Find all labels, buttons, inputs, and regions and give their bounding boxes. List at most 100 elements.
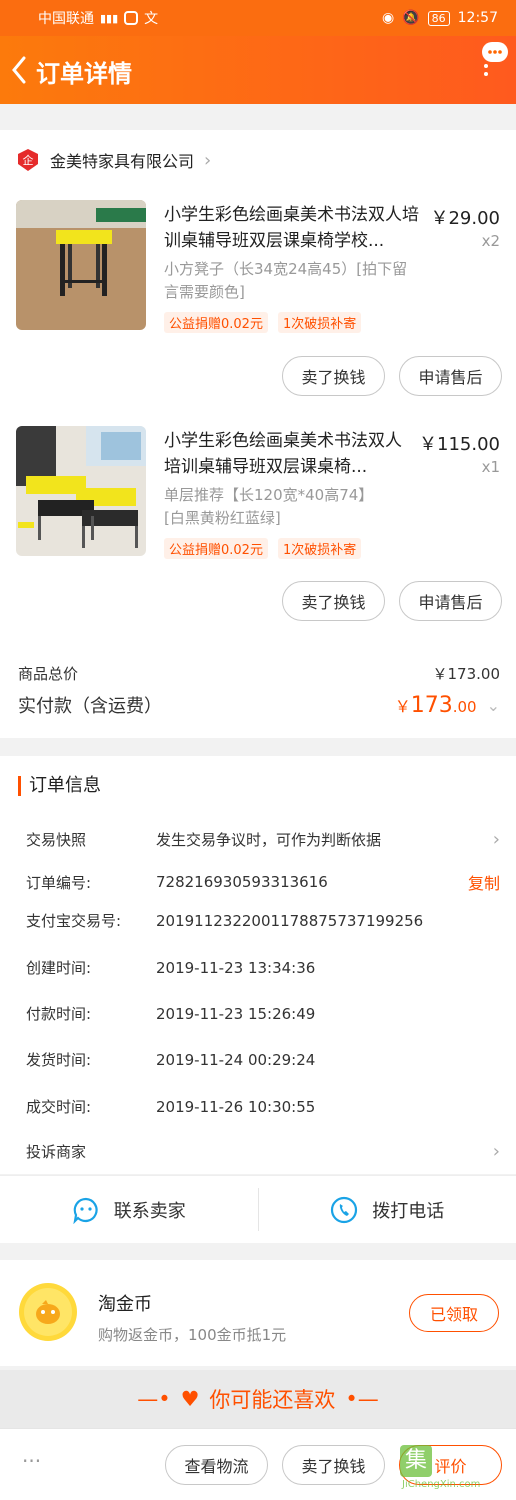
svg-text:企: 企: [23, 153, 34, 167]
product-tags: 公益捐赠0.02元 1次破损补寄: [164, 312, 362, 333]
alipay-number: 2019112322001178875737199256: [156, 911, 424, 930]
carrier-label: 中国联通: [38, 11, 94, 27]
snapshot-value: 发生交易争议时，可作为判断依据: [156, 831, 382, 849]
snapshot-label: 交易快照: [26, 831, 87, 849]
contact-seller-label: 联系卖家: [113, 1200, 186, 1222]
paid-decimal: .00: [452, 697, 477, 716]
recommend-title: 你可能还喜欢: [209, 1388, 336, 1412]
info-label: 发货时间:: [26, 1051, 92, 1069]
clock: 12:57: [457, 10, 498, 26]
after-sale-button[interactable]: 申请售后: [399, 356, 502, 396]
chevron-right-icon: ›: [204, 149, 212, 171]
left-dash-icon: —•: [137, 1387, 171, 1411]
chevron-down-icon[interactable]: ⌄: [487, 696, 500, 715]
complain-label: 投诉商家: [26, 1143, 87, 1161]
alipay-row: 支付宝交易号: 2019112322001178875737199256: [26, 910, 500, 931]
goods-total-label: 商品总价: [18, 665, 79, 683]
contact-seller-button[interactable]: 联系卖家: [0, 1176, 258, 1243]
shipped-row: 发货时间: 2019-11-24 00:29:24: [26, 1049, 500, 1070]
coin-claimed-button[interactable]: 已领取: [409, 1294, 499, 1332]
product-price: ￥115.00: [419, 434, 500, 455]
created-time: 2019-11-23 13:34:36: [156, 958, 316, 977]
more-menu-icon[interactable]: [480, 40, 510, 80]
contact-bar: 联系卖家 拨打电话: [0, 1175, 516, 1243]
order-item[interactable]: 小学生彩色绘画桌美术书法双人培训桌辅导班双层课桌椅学校... ￥29.00 x2…: [0, 200, 516, 360]
coin-desc: 购物返金币，100金币抵1元: [98, 1326, 287, 1344]
view-logistics-button[interactable]: 查看物流: [165, 1445, 268, 1485]
chevron-right-icon: ›: [492, 1141, 500, 1162]
info-label: 创建时间:: [26, 959, 92, 977]
paid-amount: ￥173.00: [395, 693, 477, 718]
info-label: 付款时间:: [26, 1005, 92, 1023]
watermark-logo-icon: 集: [400, 1445, 432, 1477]
app-notification-icon: [124, 11, 139, 25]
paid-row: 付款时间: 2019-11-23 15:26:49: [26, 1003, 500, 1024]
heart-icon: ♥: [180, 1387, 200, 1411]
shop-name: 金美特家具有限公司: [50, 152, 195, 171]
product-tags: 公益捐赠0.02元 1次破损补寄: [164, 538, 362, 559]
damage-tag: 1次破损补寄: [277, 312, 362, 333]
chevron-right-icon: ›: [492, 829, 500, 850]
right-dash-icon: •—: [345, 1387, 379, 1411]
after-sale-button[interactable]: 申请售后: [399, 581, 502, 621]
order-item[interactable]: 小学生彩色绘画桌美术书法双人培训桌辅导班双层课桌椅... ￥115.00 x1 …: [0, 426, 516, 586]
app-header: 订单详情: [0, 36, 516, 104]
order-number: 728216930593313616: [156, 873, 328, 891]
status-bar: 中国联通 ▮▮▮ 文 ◉ 🔕 86 12:57: [0, 0, 516, 36]
complain-row[interactable]: 投诉商家 ›: [26, 1141, 500, 1162]
battery-level: 86: [427, 10, 450, 26]
product-spec: 单层推荐【长120宽*40高74】[白黑黄粉红蓝绿]: [164, 486, 374, 527]
shipped-time: 2019-11-24 00:29:24: [156, 1050, 316, 1069]
copy-button[interactable]: 复制: [468, 870, 500, 894]
signal-icon: ▮▮▮: [100, 11, 119, 25]
chat-icon: [73, 1197, 98, 1224]
info-label: 成交时间:: [26, 1098, 92, 1116]
product-title: 小学生彩色绘画桌美术书法双人培训桌辅导班双层课桌椅...: [164, 431, 402, 477]
recommend-header: —• ♥ 你可能还喜欢 •—: [0, 1370, 516, 1428]
back-arrow-icon[interactable]: [6, 50, 34, 90]
product-image: [16, 200, 146, 330]
mute-icon: 🔕: [402, 10, 420, 26]
text-notification-icon: 文: [144, 11, 159, 27]
sell-button[interactable]: 卖了换钱: [282, 1445, 385, 1485]
coin-icon: [19, 1283, 77, 1341]
order-info-title: 订单信息: [18, 776, 101, 796]
shop-logo-icon: 企: [18, 149, 38, 171]
info-label: 订单编号:: [26, 873, 92, 892]
paid-time: 2019-11-23 15:26:49: [156, 1004, 316, 1023]
paid-currency: ￥: [394, 696, 411, 716]
damage-tag: 1次破损补寄: [277, 538, 362, 559]
coin-title: 淘金币: [98, 1294, 152, 1315]
coin-card: 淘金币 购物返金币，100金币抵1元 已领取: [0, 1260, 516, 1366]
paid-total-row[interactable]: 实付款（含运费） ￥173.00 ⌄: [18, 692, 500, 718]
completed-row: 成交时间: 2019-11-26 10:30:55: [26, 1096, 500, 1117]
phone-icon: [331, 1196, 358, 1223]
sell-button[interactable]: 卖了换钱: [282, 356, 385, 396]
eye-icon: ◉: [381, 10, 395, 26]
order-number-row: 订单编号: 728216930593313616 复制: [26, 870, 500, 894]
product-image: [16, 426, 146, 556]
product-spec: 小方凳子（长34宽24高45）[拍下留言需要颜色]: [164, 260, 408, 301]
completed-time: 2019-11-26 10:30:55: [156, 1097, 316, 1116]
call-button[interactable]: 拨打电话: [259, 1176, 516, 1243]
bottom-action-bar: ··· 查看物流 卖了换钱 评价 集 JiChengXin.com: [0, 1428, 516, 1500]
sell-button[interactable]: 卖了换钱: [282, 581, 385, 621]
paid-label: 实付款（含运费）: [18, 696, 162, 717]
shop-row[interactable]: 企 金美特家具有限公司 ›: [16, 148, 211, 172]
watermark-text: JiChengXin.com: [402, 1479, 481, 1490]
product-qty: x2: [481, 232, 500, 250]
created-row: 创建时间: 2019-11-23 13:34:36: [26, 957, 500, 978]
info-label: 支付宝交易号:: [26, 912, 122, 930]
more-actions-button[interactable]: ···: [22, 1449, 41, 1473]
page-title: 订单详情: [36, 60, 132, 88]
call-label: 拨打电话: [372, 1200, 445, 1222]
charity-tag: 公益捐赠0.02元: [164, 538, 268, 559]
product-price: ￥29.00: [430, 208, 500, 229]
goods-total-row: 商品总价 ￥173.00: [18, 663, 500, 684]
goods-total-value: ￥173.00: [432, 665, 501, 683]
product-qty: x1: [481, 458, 500, 476]
snapshot-row[interactable]: 交易快照 发生交易争议时，可作为判断依据 ›: [26, 829, 500, 850]
paid-integer: 173: [410, 692, 453, 718]
charity-tag: 公益捐赠0.02元: [164, 312, 268, 333]
product-title: 小学生彩色绘画桌美术书法双人培训桌辅导班双层课桌椅学校...: [164, 205, 419, 251]
